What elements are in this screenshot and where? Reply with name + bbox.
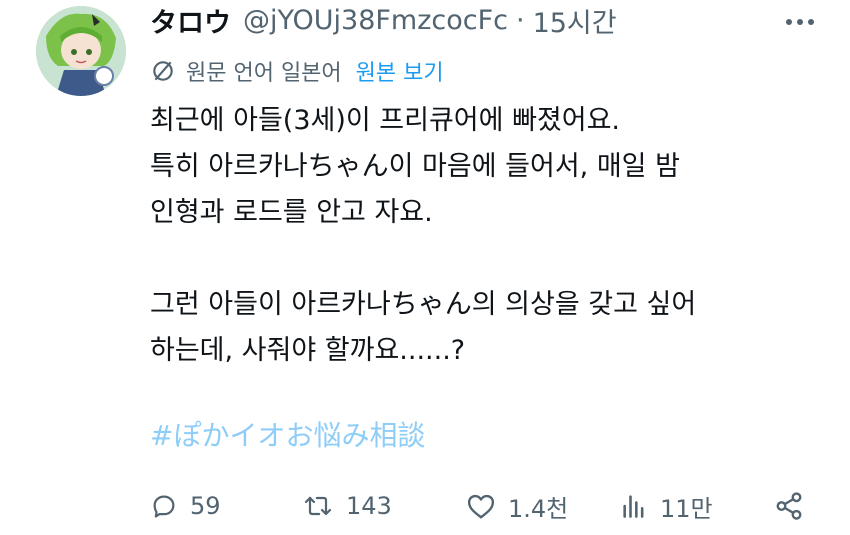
- share-icon: [776, 492, 802, 520]
- tweet-header: タロウ @jYOUj38FmzcocFc · 15시간: [150, 0, 617, 40]
- avatar[interactable]: [36, 6, 126, 96]
- translate-icon: [153, 61, 173, 81]
- like-count: 1.4천: [508, 494, 569, 523]
- reply-icon: [153, 495, 175, 518]
- display-name[interactable]: タロウ: [150, 1, 231, 40]
- repost-count: 143: [346, 492, 392, 520]
- translation-row: 원문 언어 일본어 원본 보기: [150, 54, 444, 88]
- avatar-image: [36, 6, 126, 96]
- hashtag-link[interactable]: #ぽかイオお悩み相談: [150, 414, 425, 454]
- tweet-text-line: 최근에 아들(3세)이 프리큐어에 빠졌어요.: [150, 105, 621, 136]
- separator-dot: ·: [515, 4, 525, 36]
- tweet-text-line: 하는데, 사줘야 할까요......?: [150, 335, 466, 366]
- translation-language-label: 원문 언어 일본어: [186, 61, 342, 86]
- share-button[interactable]: [774, 484, 804, 528]
- action-bar: 59 143 1.4천 11만: [150, 484, 830, 528]
- more-button[interactable]: [780, 4, 820, 40]
- more-dots-icon: [786, 19, 814, 25]
- repost-icon: [304, 496, 332, 516]
- like-button[interactable]: 1.4천: [466, 484, 568, 528]
- tweet-text-line: 그런 아들이 아르카나ちゃん의 의상을 갖고 싶어: [150, 289, 697, 320]
- user-handle[interactable]: @jYOUj38FmzcocFc: [243, 5, 508, 36]
- repost-button[interactable]: 143: [302, 484, 392, 528]
- tweet-text-line: 특히 아르카나ちゃん이 마음에 들어서, 매일 밤: [150, 151, 680, 182]
- show-original-link[interactable]: 원본 보기: [356, 55, 444, 87]
- reply-button[interactable]: 59: [150, 484, 221, 528]
- heart-icon: [467, 494, 495, 519]
- tweet-text-line: 인형과 로드를 안고 자요.: [150, 197, 433, 228]
- views-count: 11만: [660, 494, 713, 523]
- views-button[interactable]: 11만: [620, 484, 713, 528]
- views-icon: [623, 495, 644, 518]
- reply-count: 59: [190, 492, 221, 520]
- tweet-body: 최근에 아들(3세)이 프리큐어에 빠졌어요. 특히 아르카나ちゃん이 마음에 …: [150, 98, 830, 374]
- timestamp[interactable]: 15시간: [533, 1, 617, 40]
